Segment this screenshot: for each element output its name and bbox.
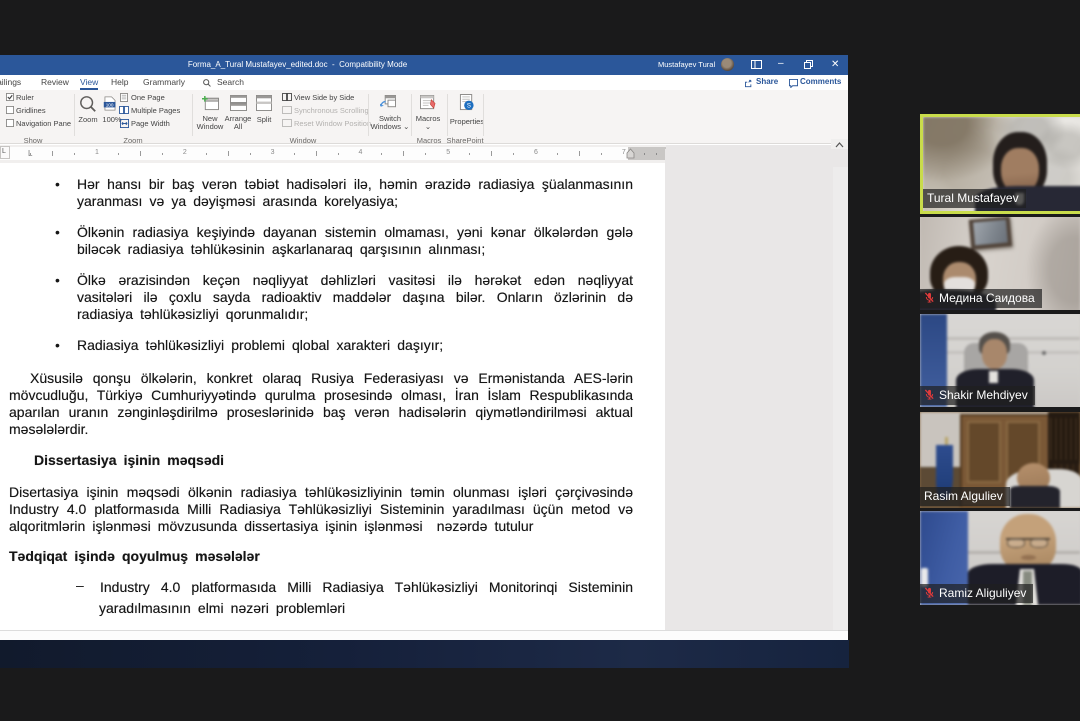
svg-text:S: S xyxy=(467,103,471,110)
svg-text:100: 100 xyxy=(106,102,114,107)
